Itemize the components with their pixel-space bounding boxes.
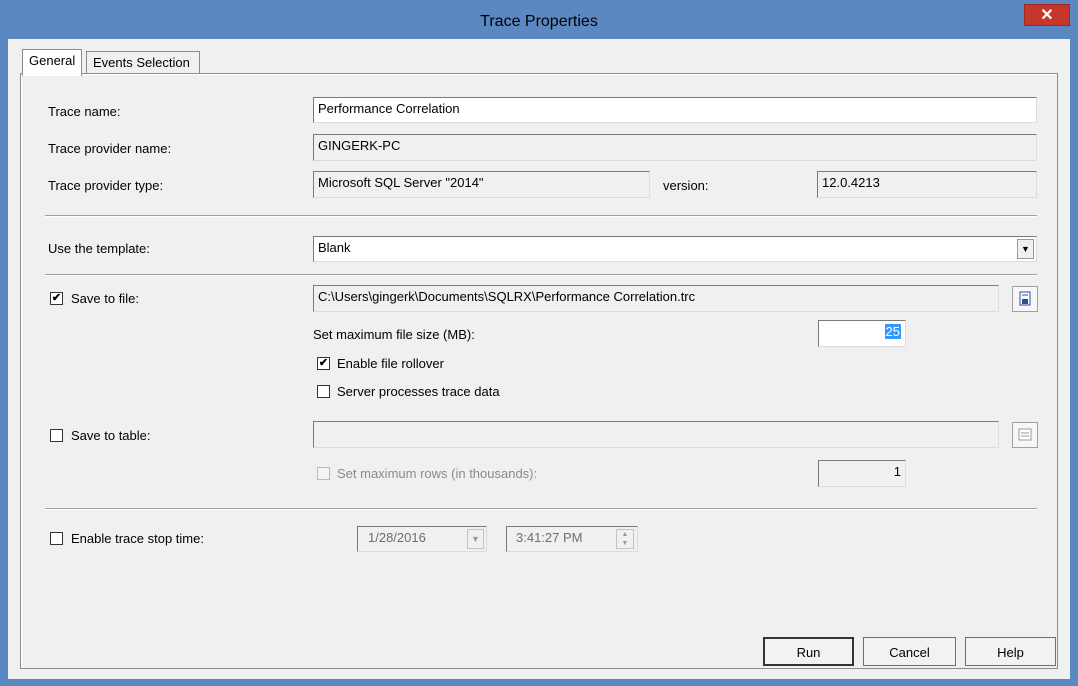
enable-stop-time-checkbox[interactable] (50, 532, 63, 545)
tab-general-label: General (29, 53, 76, 68)
close-icon: ✕ (1040, 7, 1054, 24)
spin-up-icon: ▲ (621, 531, 629, 538)
max-rows-label: Set maximum rows (in thousands): (337, 466, 538, 481)
close-button[interactable]: ✕ (1024, 4, 1070, 26)
help-button[interactable]: Help (965, 637, 1056, 666)
template-dropdown-button[interactable]: ▼ (1017, 239, 1034, 259)
enable-stop-time-label: Enable trace stop time: (71, 531, 204, 546)
server-processes-label: Server processes trace data (337, 384, 500, 399)
version-field: 12.0.4213 (817, 171, 1037, 198)
check-icon: ✔ (51, 292, 62, 304)
general-panel: Trace name: Performance Correlation Trac… (20, 73, 1058, 669)
save-to-table-checkbox[interactable] (50, 429, 63, 442)
separator (45, 215, 1037, 217)
table-icon (1018, 428, 1032, 441)
separator (45, 274, 1037, 276)
browse-file-button[interactable] (1012, 286, 1038, 312)
save-to-file-path: C:\Users\gingerk\Documents\SQLRX\Perform… (313, 285, 999, 312)
separator (45, 508, 1037, 510)
browse-table-button[interactable] (1012, 422, 1038, 448)
use-template-label: Use the template: (48, 241, 150, 256)
max-rows-checkbox[interactable] (317, 467, 330, 480)
stop-time-spin-buttons[interactable]: ▲ ▼ (616, 529, 634, 549)
enable-rollover-label: Enable file rollover (337, 356, 444, 371)
max-file-size-input[interactable]: 25 (818, 320, 906, 347)
trace-name-label: Trace name: (48, 104, 121, 119)
server-processes-checkbox[interactable] (317, 385, 330, 398)
chevron-down-icon: ▼ (471, 534, 480, 544)
save-to-table-field (313, 421, 999, 448)
stop-date-value: 1/28/2016 (368, 530, 426, 545)
window-title: Trace Properties (480, 13, 598, 30)
save-to-table-label: Save to table: (71, 428, 151, 443)
trace-provider-type-field: Microsoft SQL Server "2014" (313, 171, 650, 198)
save-to-file-label: Save to file: (71, 291, 139, 306)
chevron-down-icon: ▼ (1021, 244, 1030, 254)
trace-name-input[interactable]: Performance Correlation (313, 97, 1037, 123)
max-file-size-value: 25 (884, 324, 901, 339)
enable-rollover-checkbox[interactable]: ✔ (317, 357, 330, 370)
cancel-button[interactable]: Cancel (863, 637, 956, 666)
tab-general[interactable]: General (22, 49, 83, 76)
tab-events-selection[interactable]: Events Selection (86, 51, 200, 75)
stop-date-dropdown-button[interactable]: ▼ (467, 529, 484, 549)
trace-provider-type-label: Trace provider type: (48, 178, 164, 193)
trace-provider-name-label: Trace provider name: (48, 141, 172, 156)
save-file-icon (1019, 291, 1031, 306)
tab-events-selection-label: Events Selection (93, 55, 190, 70)
stop-time-value: 3:41:27 PM (516, 530, 583, 545)
trace-properties-window: Trace Properties ✕ General Events Select… (0, 0, 1078, 686)
dialog-client: General Events Selection Trace name: Per… (8, 39, 1070, 679)
spin-down-icon: ▼ (621, 540, 629, 547)
max-rows-field: 1 (818, 460, 906, 487)
run-button[interactable]: Run (763, 637, 854, 666)
check-icon: ✔ (318, 357, 329, 369)
template-select[interactable]: Blank (313, 236, 1037, 262)
trace-provider-name-field: GINGERK-PC (313, 134, 1037, 161)
save-to-file-checkbox[interactable]: ✔ (50, 292, 63, 305)
max-file-size-label: Set maximum file size (MB): (313, 327, 475, 342)
version-label: version: (663, 178, 709, 193)
